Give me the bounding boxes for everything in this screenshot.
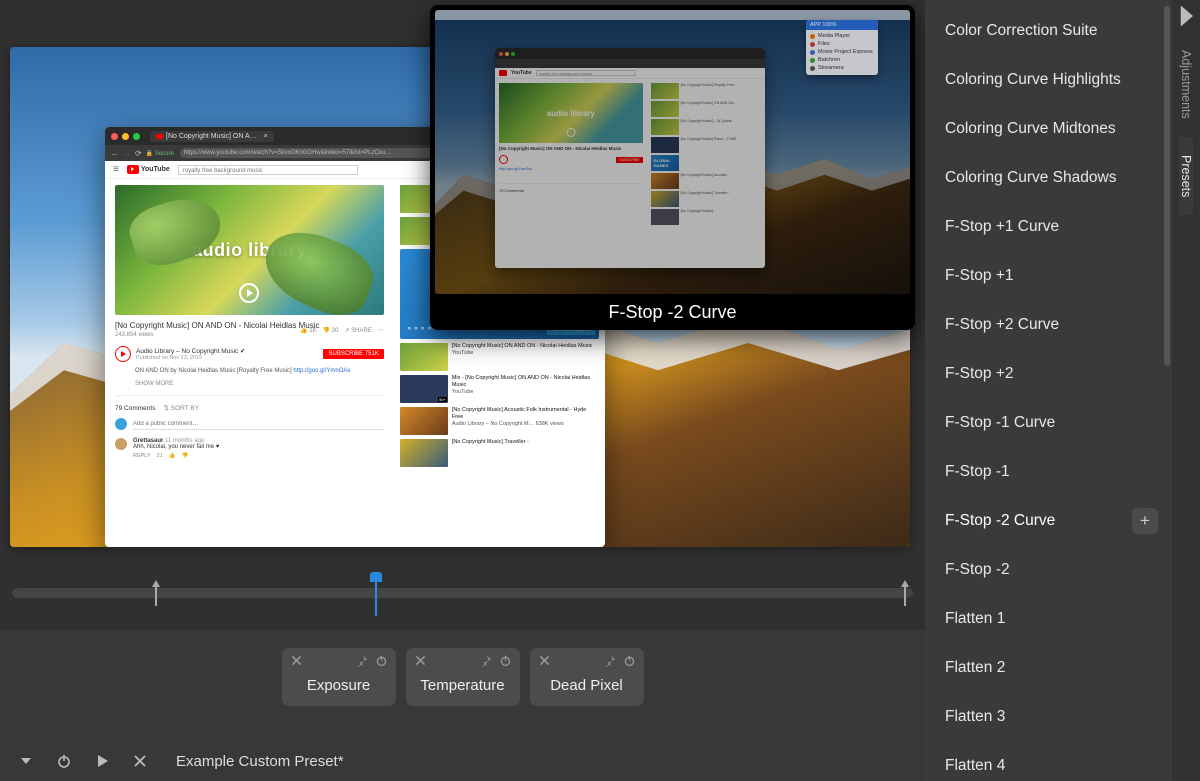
preset-item[interactable]: Coloring Curve Midtones — [925, 104, 1172, 153]
window-min-icon — [122, 133, 129, 140]
preview-caption: F-Stop -2 Curve — [430, 294, 915, 330]
mini-browser-window: YouTuberoyalty free background music aud… — [495, 48, 765, 268]
tab-presets[interactable]: Presets — [1179, 137, 1193, 215]
pin-icon[interactable] — [603, 654, 616, 667]
preset-item[interactable]: F-Stop -2 Curve + — [925, 496, 1172, 545]
video-views: 243,854 views — [115, 332, 153, 338]
preset-label: F-Stop -2 Curve — [945, 512, 1055, 530]
show-more: SHOW MORE — [135, 381, 384, 387]
remove-effect-icon[interactable] — [290, 654, 303, 667]
app-menu-dropdown: APP 100% Media Player Files Movie Projec… — [806, 20, 878, 75]
effects-strip: Exposure Temperature Dead Pixel Example … — [0, 630, 925, 781]
preset-label: F-Stop +1 — [945, 267, 1014, 285]
window-close-icon — [111, 133, 118, 140]
remove-effect-icon[interactable] — [414, 654, 427, 667]
comment-input — [133, 419, 384, 430]
preset-label: F-Stop +2 Curve — [945, 316, 1059, 334]
preset-item[interactable]: F-Stop +2 Curve — [925, 300, 1172, 349]
share-icon: ↗ SHARE — [344, 327, 371, 334]
macos-menubar — [435, 10, 910, 20]
main-panel: [No Copyright Music] ON A…× ←→⟳ 🔒 Secure… — [0, 0, 925, 781]
pin-icon[interactable] — [479, 654, 492, 667]
browser-tab: [No Copyright Music] ON A…× — [150, 131, 274, 142]
preset-item[interactable]: Coloring Curve Shadows — [925, 153, 1172, 202]
preset-item[interactable]: F-Stop -2 — [925, 545, 1172, 594]
power-icon[interactable] — [499, 654, 512, 667]
preset-label: Coloring Curve Highlights — [945, 71, 1121, 89]
preset-item[interactable]: Color Correction Suite — [925, 6, 1172, 55]
channel-name: Audio Library – No Copyright Music ✔ — [136, 347, 318, 355]
scrollbar[interactable] — [1164, 6, 1170, 366]
preset-item[interactable]: F-Stop -1 Curve — [925, 398, 1172, 447]
preset-label: Flatten 4 — [945, 757, 1005, 775]
preset-label: F-Stop +1 Curve — [945, 218, 1059, 236]
preset-item[interactable]: F-Stop +2 — [925, 349, 1172, 398]
preset-item[interactable]: F-Stop +1 Curve — [925, 202, 1172, 251]
pin-icon[interactable] — [355, 654, 368, 667]
effect-label: Temperature — [420, 677, 504, 694]
effect-label: Dead Pixel — [550, 677, 623, 694]
user-avatar-icon — [115, 418, 127, 430]
timeline[interactable] — [0, 560, 925, 630]
preset-label: Color Correction Suite — [945, 22, 1097, 40]
panel-collapse-icon[interactable] — [1172, 0, 1200, 32]
preset-label: F-Stop -1 — [945, 463, 1010, 481]
preset-label: Coloring Curve Midtones — [945, 120, 1116, 138]
preset-list[interactable]: Color Correction Suite Coloring Curve Hig… — [925, 0, 1172, 781]
side-panel: Color Correction Suite Coloring Curve Hig… — [925, 0, 1200, 781]
preset-item[interactable]: Flatten 4 — [925, 741, 1172, 781]
preset-item[interactable]: Flatten 1 — [925, 594, 1172, 643]
remove-effect-icon[interactable] — [538, 654, 551, 667]
in-point-marker[interactable] — [150, 580, 160, 606]
disclosure-down-icon[interactable] — [18, 753, 34, 769]
preset-label: F-Stop -2 — [945, 561, 1010, 579]
power-icon[interactable] — [623, 654, 636, 667]
play-icon[interactable] — [94, 753, 110, 769]
effect-chip[interactable]: Dead Pixel — [530, 648, 644, 706]
preset-item[interactable]: F-Stop -1 — [925, 447, 1172, 496]
preview-area: [No Copyright Music] ON A…× ←→⟳ 🔒 Secure… — [0, 0, 925, 560]
preset-label: F-Stop -1 Curve — [945, 414, 1055, 432]
playhead[interactable] — [370, 572, 382, 616]
add-preset- button[interactable]: + — [1132, 508, 1158, 534]
effect-chip[interactable]: Exposure — [282, 648, 396, 706]
preset-label: Flatten 2 — [945, 659, 1005, 677]
effect-chip[interactable]: Temperature — [406, 648, 520, 706]
preset-footer: Example Custom Preset* — [0, 741, 925, 781]
preset-label: Flatten 1 — [945, 610, 1005, 628]
close-icon[interactable] — [132, 753, 148, 769]
out-point-marker[interactable] — [899, 580, 909, 606]
sidebar-video: 50+Mix - [No Copyright Music] ON AND ON … — [400, 375, 599, 403]
channel-avatar-icon — [115, 346, 131, 362]
play-icon — [239, 283, 259, 303]
sidebar-video: [No Copyright Music] ON AND ON - Nicolai… — [400, 343, 599, 371]
youtube-favicon-icon — [156, 134, 163, 139]
secure-lock-icon: 🔒 Secure — [146, 150, 174, 157]
preset-item[interactable]: Flatten 2 — [925, 643, 1172, 692]
power-icon[interactable] — [56, 753, 72, 769]
subscribe-button: SUBSCRIBE 751K — [323, 349, 383, 359]
power-icon[interactable] — [375, 654, 388, 667]
like-icon: 👍 1K — [300, 327, 316, 334]
dislike-icon: 👎 30 — [323, 327, 339, 334]
preset-item[interactable]: Coloring Curve Highlights — [925, 55, 1172, 104]
preset-item[interactable]: Flatten 3 — [925, 692, 1172, 741]
effect-label: Exposure — [307, 677, 370, 694]
video-player: audio library — [115, 185, 384, 315]
preset-label: Coloring Curve Shadows — [945, 169, 1116, 187]
preview-with-preset: APP 100% Media Player Files Movie Projec… — [430, 5, 915, 330]
sidebar-video: [No Copyright Music] Acoustic Folk Instr… — [400, 407, 599, 435]
preset-name: Example Custom Preset* — [176, 753, 344, 770]
preset-item[interactable]: F-Stop +1 — [925, 251, 1172, 300]
youtube-search: royalty free background music — [178, 165, 358, 175]
window-max-icon — [133, 133, 140, 140]
youtube-logo-icon: YouTube — [127, 165, 170, 174]
tab-adjustments[interactable]: Adjustments — [1179, 32, 1193, 137]
commenter-avatar-icon — [115, 438, 127, 450]
sidebar-video: [No Copyright Music] Traveller - — [400, 439, 599, 467]
preset-label: F-Stop +2 — [945, 365, 1014, 383]
preset-label: Flatten 3 — [945, 708, 1005, 726]
timeline-track[interactable] — [12, 588, 913, 598]
